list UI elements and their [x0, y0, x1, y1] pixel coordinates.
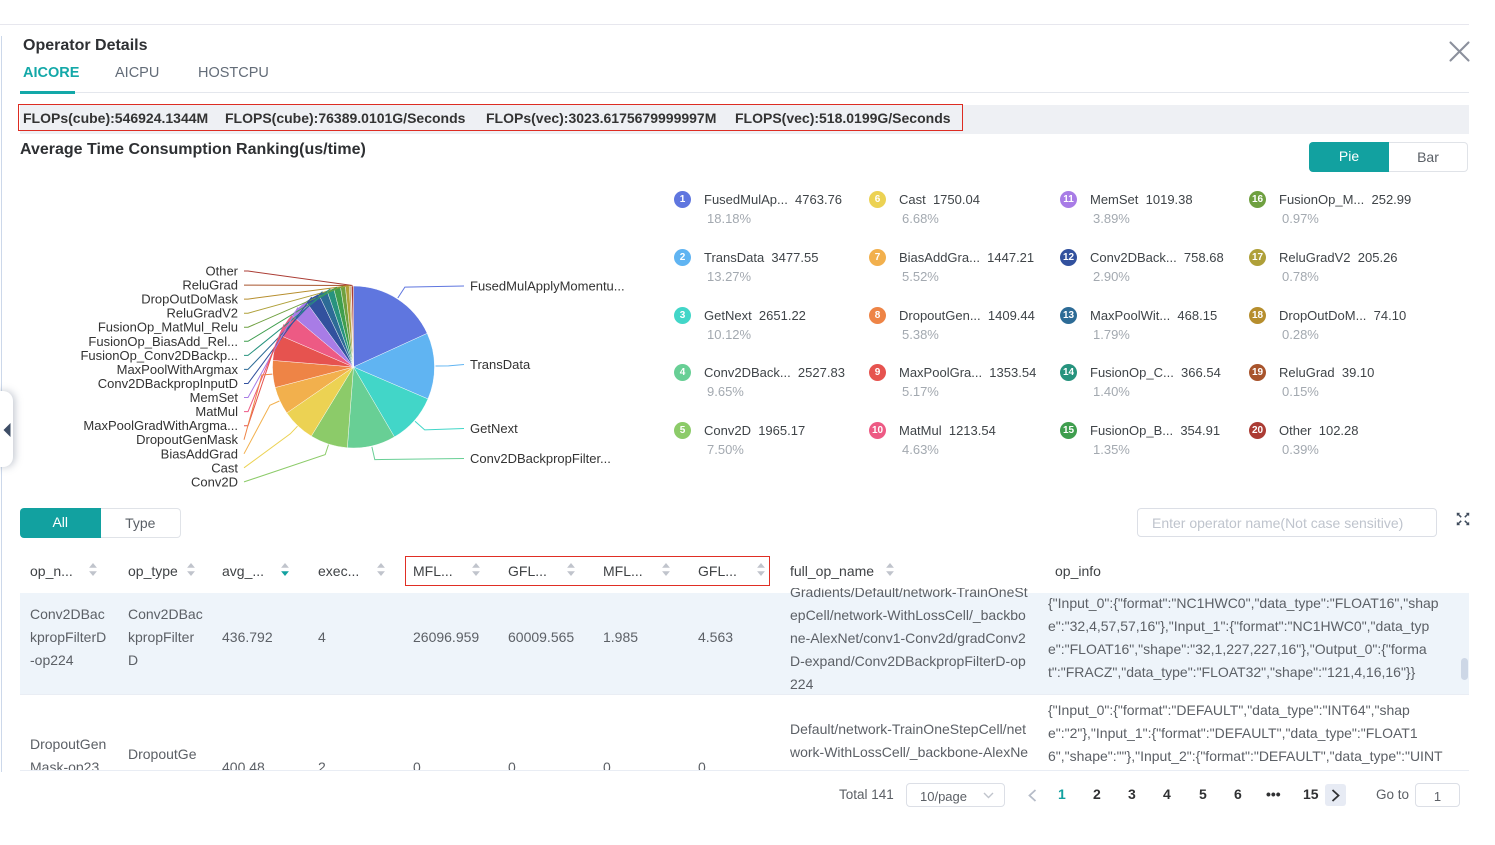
svg-text:MaxPoolWithArgmax: MaxPoolWithArgmax [117, 362, 239, 377]
svg-text:MaxPoolGradWithArgma...: MaxPoolGradWithArgma... [83, 418, 238, 433]
svg-text:DropoutGenMask: DropoutGenMask [136, 432, 238, 447]
svg-text:GetNext: GetNext [470, 421, 518, 436]
svg-text:BiasAddGrad: BiasAddGrad [161, 446, 238, 461]
svg-text:ReluGrad: ReluGrad [182, 278, 238, 293]
svg-text:Cast: Cast [211, 460, 238, 475]
svg-text:MatMul: MatMul [195, 404, 238, 419]
svg-text:Conv2DBackpropInputD: Conv2DBackpropInputD [98, 376, 238, 391]
svg-text:FusionOp_MatMul_Relu: FusionOp_MatMul_Relu [98, 320, 238, 335]
svg-text:MemSet: MemSet [190, 390, 239, 405]
svg-text:FusedMulApplyMomentu...: FusedMulApplyMomentu... [470, 279, 625, 294]
svg-text:FusionOp_BiasAdd_Rel...: FusionOp_BiasAdd_Rel... [88, 334, 238, 349]
svg-text:DropOutDoMask: DropOutDoMask [141, 292, 238, 307]
svg-text:Other: Other [205, 264, 238, 279]
svg-text:Conv2DBackpropFilter...: Conv2DBackpropFilter... [470, 451, 611, 466]
svg-text:FusionOp_Conv2DBackp...: FusionOp_Conv2DBackp... [80, 348, 238, 363]
svg-text:ReluGradV2: ReluGradV2 [166, 306, 238, 321]
svg-text:Conv2D: Conv2D [191, 474, 238, 489]
svg-text:TransData: TransData [470, 357, 531, 372]
